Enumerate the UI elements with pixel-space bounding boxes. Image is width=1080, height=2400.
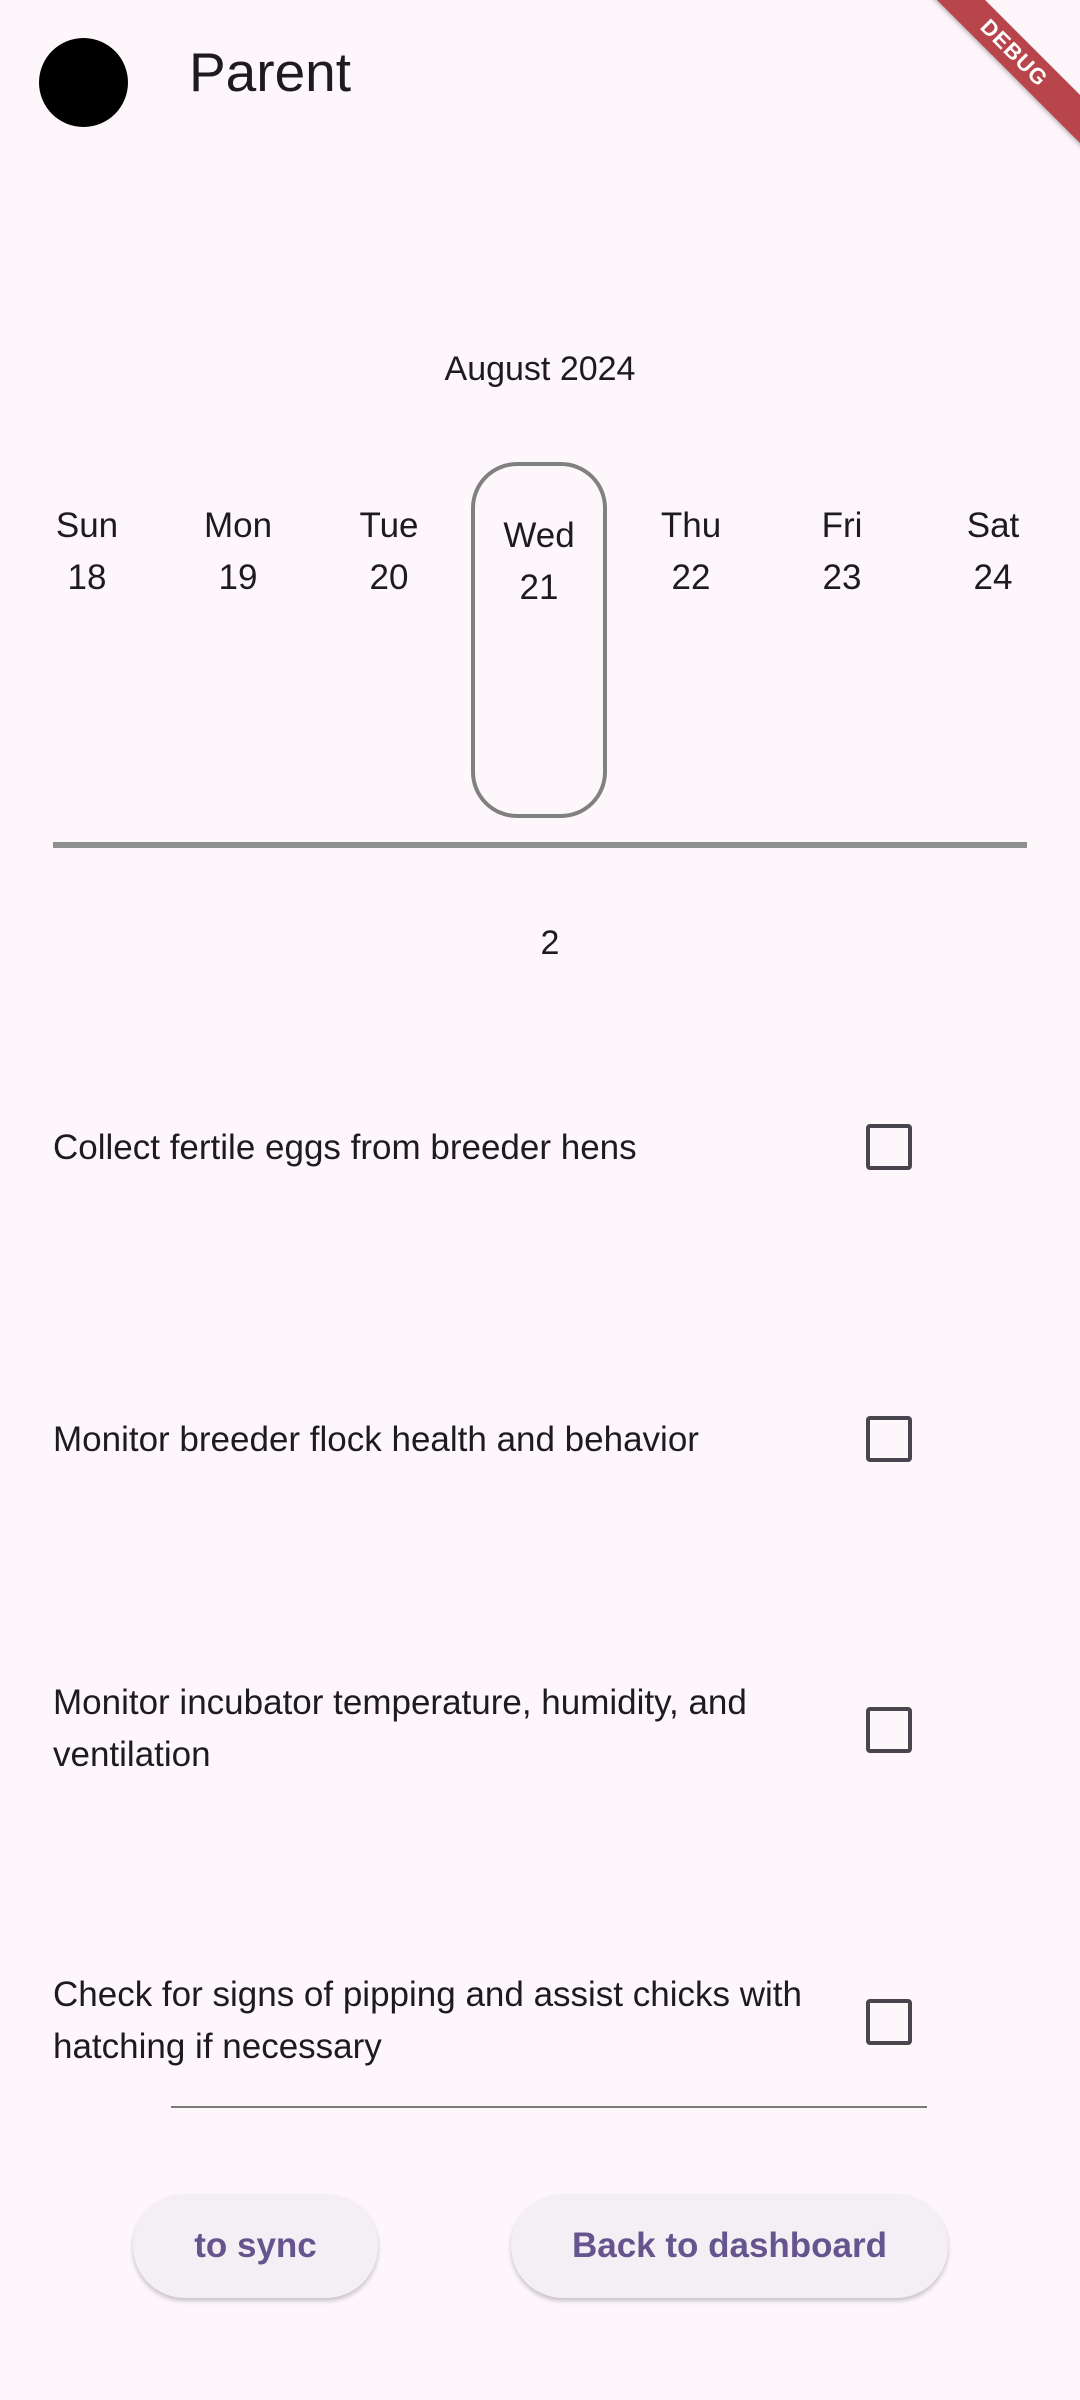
- day-thu-22[interactable]: Thu 22: [616, 500, 766, 604]
- back-to-dashboard-button[interactable]: Back to dashboard: [511, 2194, 948, 2298]
- day-date: 18: [67, 558, 107, 597]
- day-date: 24: [973, 558, 1013, 597]
- day-weekday: Sat: [966, 506, 1020, 545]
- day-date: 23: [822, 558, 862, 597]
- day-date: 22: [671, 558, 711, 597]
- debug-label: DEBUG: [920, 0, 1080, 157]
- debug-banner: DEBUG: [920, 0, 1080, 160]
- day-date: 20: [369, 558, 409, 597]
- page-title: Parent: [189, 41, 352, 103]
- day-wed-21-selected[interactable]: Wed 21: [471, 462, 607, 818]
- day-weekday: Sun: [55, 506, 119, 545]
- day-fri-23[interactable]: Fri 23: [767, 500, 917, 604]
- calendar-divider: [53, 842, 1027, 848]
- task-label: Monitor incubator temperature, humidity,…: [53, 1683, 747, 1774]
- task-label: Collect fertile eggs from breeder hens: [53, 1128, 637, 1167]
- list-divider: [171, 2106, 927, 2108]
- day-weekday: Thu: [660, 506, 722, 545]
- day-weekday: Tue: [359, 506, 419, 545]
- day-tue-20[interactable]: Tue 20: [314, 500, 464, 604]
- day-weekday: Wed: [503, 516, 575, 555]
- avatar[interactable]: [39, 38, 128, 127]
- day-weekday: Fri: [821, 506, 863, 545]
- task-checkbox[interactable]: [866, 1124, 912, 1170]
- task-label: Monitor breeder flock health and behavio…: [53, 1420, 699, 1459]
- day-mon-19[interactable]: Mon 19: [163, 500, 313, 604]
- month-label: August 2024: [444, 350, 636, 388]
- task-checkbox[interactable]: [866, 1999, 912, 2045]
- task-count: 2: [540, 924, 560, 962]
- day-date: 19: [218, 558, 258, 597]
- day-date: 21: [519, 568, 559, 607]
- day-weekday: Mon: [203, 506, 273, 545]
- day-sat-24[interactable]: Sat 24: [918, 500, 1068, 604]
- day-sun-18[interactable]: Sun 18: [12, 500, 162, 604]
- sync-button[interactable]: to sync: [133, 2194, 378, 2298]
- task-checkbox[interactable]: [866, 1707, 912, 1753]
- task-label: Check for signs of pipping and assist ch…: [53, 1975, 802, 2066]
- task-checkbox[interactable]: [866, 1416, 912, 1462]
